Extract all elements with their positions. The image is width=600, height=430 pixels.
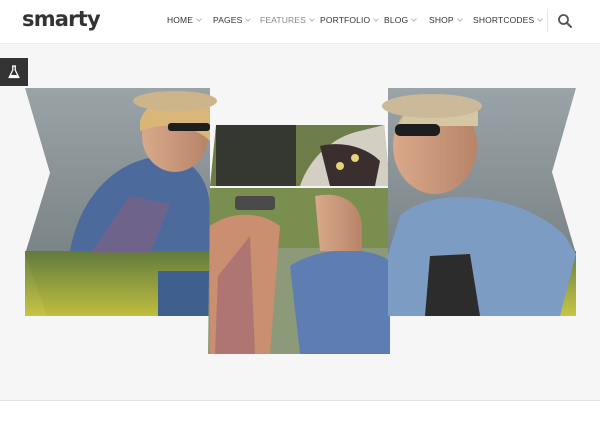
nav-item-shortcodes[interactable]: SHORTCODES [473,15,544,25]
chevron-down-icon [411,16,418,22]
nav-item-shop[interactable]: SHOP [429,15,463,25]
nav-item-blog[interactable]: BLOG [384,15,418,25]
slider-tile-center-top [210,125,390,186]
nav-item-label: HOME [167,15,194,25]
slider-tile-left [25,88,217,316]
chevron-down-icon [245,16,252,22]
image-slider[interactable] [0,86,600,356]
chevron-down-icon [196,16,202,22]
nav-item-label: PORTFOLIO [320,15,371,25]
nav-divider [547,10,548,32]
nav-item-home[interactable]: HOME [167,15,202,25]
nav-item-label: BLOG [384,15,409,25]
page-footer-area [0,401,600,430]
site-logo[interactable]: smarty [22,7,101,31]
chevron-down-icon [456,16,463,22]
slider-tile-right [382,88,576,316]
chevron-down-icon [309,16,315,22]
nav-item-label: FEATURES [260,15,306,25]
flask-icon [8,65,20,79]
nav-item-label: SHOP [429,15,454,25]
nav-item-label: SHORTCODES [473,15,535,25]
style-switcher-tab[interactable] [0,58,28,86]
slider-tile-center-bottom [208,188,390,354]
nav-item-portfolio[interactable]: PORTFOLIO [320,15,380,25]
nav-item-features[interactable]: FEATURES [260,15,315,25]
chevron-down-icon [537,16,544,22]
search-icon[interactable] [557,13,573,29]
site-header: smarty HOME PAGES FEATURES PORTFOLIO BLO… [0,0,600,44]
nav-item-pages[interactable]: PAGES [213,15,252,25]
chevron-down-icon [373,16,380,22]
nav-item-label: PAGES [213,15,243,25]
